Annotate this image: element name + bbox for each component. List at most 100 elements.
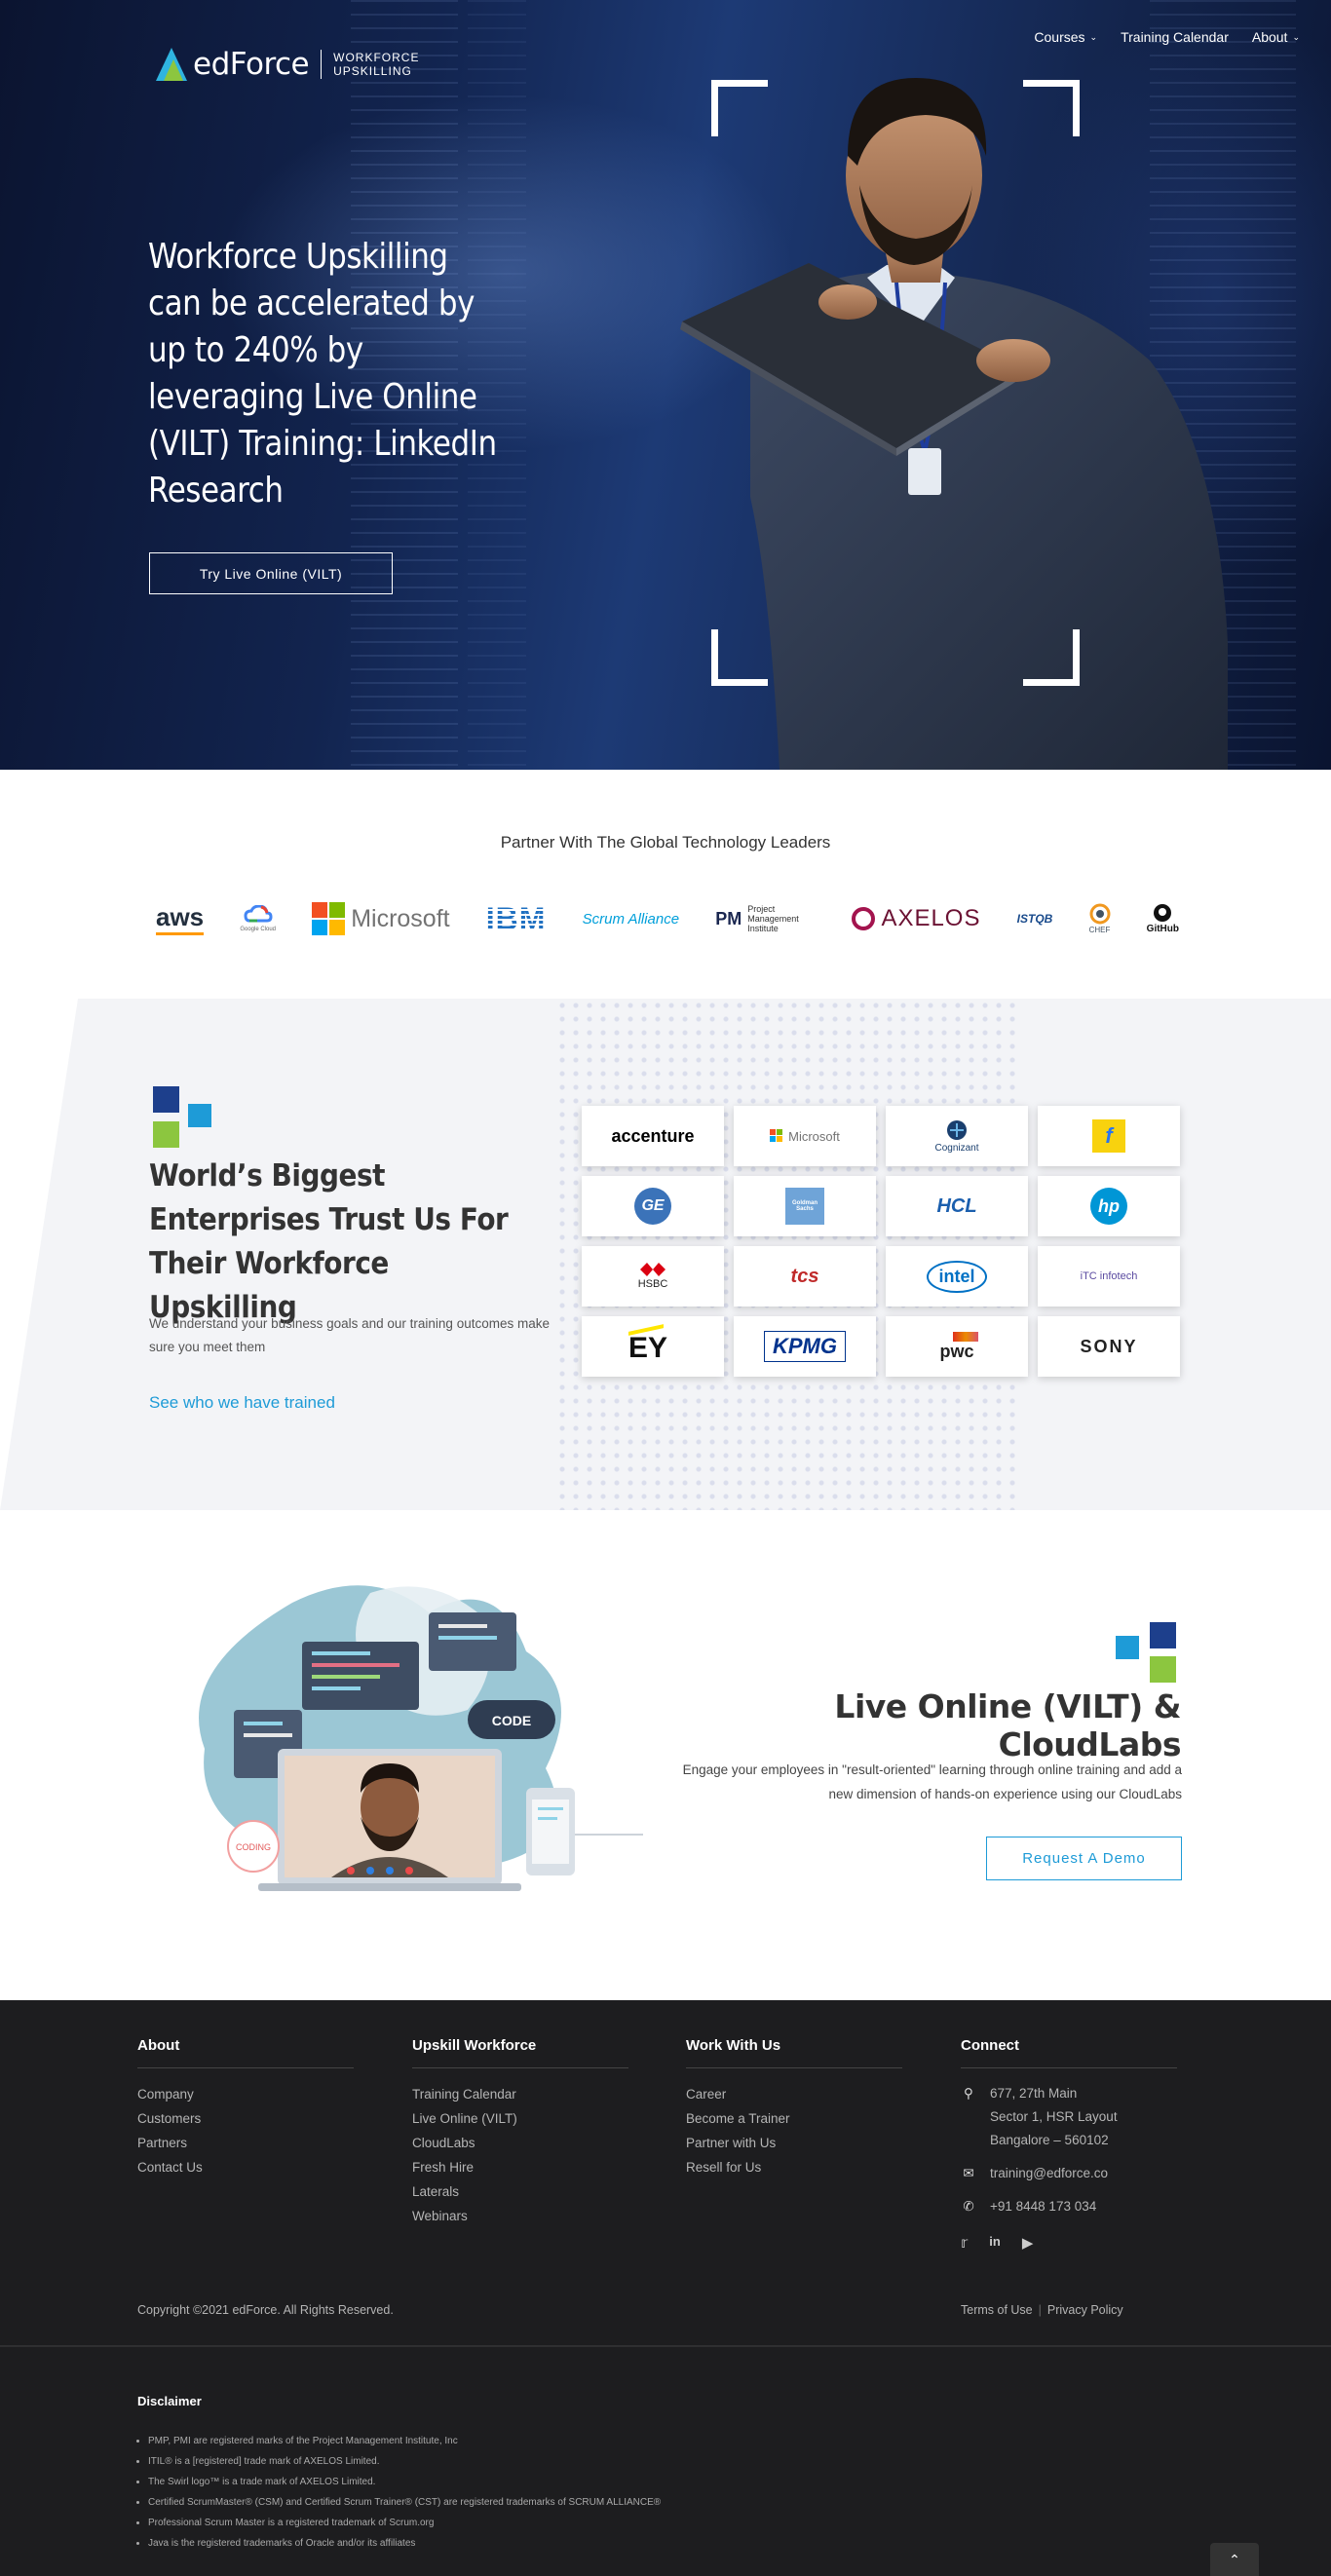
enterprises-description: We understand your business goals and ou…: [149, 1316, 550, 1354]
youtube-icon[interactable]: ▶: [1022, 2234, 1034, 2252]
footer-address: ⚲ 677, 27th Main Sector 1, HSR Layout Ba…: [961, 2082, 1177, 2152]
disclaimer-title: Disclaimer: [137, 2394, 202, 2408]
client-logo-microsoft: Microsoft: [734, 1106, 876, 1166]
aws-logo: aws: [156, 902, 205, 935]
client-logo-hp: hp: [1038, 1176, 1180, 1236]
privacy-policy-link[interactable]: Privacy Policy: [1047, 2303, 1123, 2317]
see-who-we-trained-link[interactable]: See who we have trained: [149, 1393, 335, 1413]
client-logo-hcl: HCL: [886, 1176, 1028, 1236]
footer-link-webinars[interactable]: Webinars: [412, 2204, 628, 2228]
footer-link-become-trainer[interactable]: Become a Trainer: [686, 2106, 902, 2131]
site-logo[interactable]: edForce WORKFORCE UPSKILLING: [156, 47, 419, 82]
squares-icon: [1116, 1622, 1178, 1685]
pmi-logo: PM Project Management Institute: [715, 904, 799, 933]
disclaimer-item: Java is the registered trademarks of Ora…: [148, 2533, 661, 2554]
linkedin-icon[interactable]: in: [989, 2234, 1001, 2252]
footer-heading: Work With Us: [686, 2037, 902, 2068]
enterprises-title: World’s Biggest Enterprises Trust Us For…: [149, 1158, 509, 1325]
frame-corner: [711, 629, 768, 686]
footer-col-connect: Connect ⚲ 677, 27th Main Sector 1, HSR L…: [961, 2037, 1177, 2252]
footer-link-cloudlabs[interactable]: CloudLabs: [412, 2131, 628, 2155]
frame-corner: [711, 80, 768, 136]
disclaimer-item: PMP, PMI are registered marks of the Pro…: [148, 2431, 661, 2451]
footer-phone[interactable]: ✆ +91 8448 173 034: [961, 2195, 1177, 2218]
client-logo-ey: EY: [582, 1316, 724, 1377]
chevron-down-icon: ⌄: [1089, 31, 1098, 42]
enterprises-section: World’s Biggest Enterprises Trust Us For…: [0, 999, 1331, 1510]
squares-icon: [153, 1086, 215, 1149]
client-logo-flipkart: f: [1038, 1106, 1180, 1166]
edforce-logo-icon: [156, 48, 187, 81]
disclaimer-item: ITIL® is a [registered] trade mark of AX…: [148, 2451, 661, 2472]
request-demo-button[interactable]: Request A Demo: [986, 1837, 1182, 1880]
footer-link-fresh-hire[interactable]: Fresh Hire: [412, 2155, 628, 2179]
location-pin-icon: ⚲: [964, 2086, 973, 2101]
client-logo-pwc: pwc: [886, 1316, 1028, 1377]
client-logo-intel: intel: [886, 1246, 1028, 1307]
envelope-icon: ✉: [963, 2166, 974, 2180]
footer-link-laterals[interactable]: Laterals: [412, 2179, 628, 2204]
copyright-text: Copyright ©2021 edForce. All Rights Rese…: [137, 2303, 394, 2317]
footer-link-career[interactable]: Career: [686, 2082, 902, 2106]
social-links: 𝕣 in ▶: [961, 2234, 1177, 2252]
partner-logos-row: aws Google Cloud Microsoft IBM Scrum All…: [156, 894, 1179, 943]
footer-divider: [0, 2345, 1331, 2347]
footer-heading: Connect: [961, 2037, 1177, 2068]
footer-link-resell[interactable]: Resell for Us: [686, 2155, 902, 2179]
client-logo-ge: GE: [582, 1176, 724, 1236]
istqb-logo: ISTQB: [1016, 912, 1053, 926]
client-logo-hsbc: HSBC: [582, 1246, 724, 1307]
illustration-coding-label: CODING: [236, 1842, 271, 1852]
microsoft-logo: Microsoft: [312, 902, 450, 935]
twitter-icon[interactable]: 𝕣: [961, 2234, 968, 2252]
footer-col-about: About Company Customers Partners Contact…: [137, 2037, 354, 2179]
scrum-alliance-logo: Scrum Alliance: [582, 910, 680, 928]
footer-email[interactable]: ✉ training@edforce.co: [961, 2162, 1177, 2185]
disclaimer-list: PMP, PMI are registered marks of the Pro…: [148, 2431, 661, 2554]
footer-link-partners[interactable]: Partners: [137, 2131, 354, 2155]
ibm-logo: IBM: [485, 900, 547, 936]
client-logo-kpmg: KPMG: [734, 1316, 876, 1377]
client-logo-grid: accenture Microsoft Cognizant f GE Goldm…: [582, 1106, 1182, 1377]
footer-col-work-with-us: Work With Us Career Become a Trainer Par…: [686, 2037, 902, 2179]
footer-link-partner-with-us[interactable]: Partner with Us: [686, 2131, 902, 2155]
footer-link-company[interactable]: Company: [137, 2082, 354, 2106]
chef-logo: CHEF: [1089, 903, 1111, 934]
github-logo: GitHub: [1147, 903, 1179, 934]
disclaimer-item: Professional Scrum Master is a registere…: [148, 2513, 661, 2533]
client-logo-itc-infotech: iTC infotech: [1038, 1246, 1180, 1307]
client-logo-tcs: tcs: [734, 1246, 876, 1307]
phone-icon: ✆: [963, 2199, 974, 2214]
hero-person-image: [680, 78, 1228, 770]
hero-title: Workforce Upskilling can be accelerated …: [148, 237, 497, 511]
client-logo-cognizant: Cognizant: [886, 1106, 1028, 1166]
footer-heading: About: [137, 2037, 354, 2068]
main-nav: Courses ⌄ Training Calendar About ⌄: [1034, 29, 1300, 45]
footer-link-live-online[interactable]: Live Online (VILT): [412, 2106, 628, 2131]
frame-corner: [1023, 80, 1080, 136]
axelos-logo: AXELOS: [852, 905, 980, 932]
try-live-online-button[interactable]: Try Live Online (VILT): [149, 552, 393, 594]
client-logo-accenture: accenture: [582, 1106, 724, 1166]
vilt-illustration: CODE CODING: [199, 1585, 643, 1891]
nav-training-calendar[interactable]: Training Calendar: [1121, 29, 1229, 45]
scroll-to-top-button[interactable]: ⌃: [1210, 2543, 1259, 2576]
frame-corner: [1023, 629, 1080, 686]
footer-link-training-calendar[interactable]: Training Calendar: [412, 2082, 628, 2106]
chevron-down-icon: ⌄: [1292, 31, 1300, 42]
nav-about[interactable]: About ⌄: [1252, 29, 1300, 45]
chevron-up-icon: ⌃: [1229, 2551, 1240, 2567]
hero-section: edForce WORKFORCE UPSKILLING Courses ⌄ T…: [0, 0, 1331, 770]
terms-of-use-link[interactable]: Terms of Use: [961, 2303, 1033, 2317]
google-cloud-logo: Google Cloud: [240, 905, 276, 932]
legal-links: Terms of Use | Privacy Policy: [961, 2303, 1123, 2317]
vilt-title: Live Online (VILT) & CloudLabs: [834, 1687, 1181, 1763]
footer-link-contact-us[interactable]: Contact Us: [137, 2155, 354, 2179]
partners-title: Partner With The Global Technology Leade…: [500, 833, 831, 852]
footer-link-customers[interactable]: Customers: [137, 2106, 354, 2131]
nav-courses[interactable]: Courses ⌄: [1034, 29, 1097, 45]
client-logo-goldman-sachs: Goldman Sachs: [734, 1176, 876, 1236]
footer-col-upskill: Upskill Workforce Training Calendar Live…: [412, 2037, 628, 2228]
client-logo-sony: SONY: [1038, 1316, 1180, 1377]
logo-tagline: WORKFORCE UPSKILLING: [333, 51, 420, 78]
